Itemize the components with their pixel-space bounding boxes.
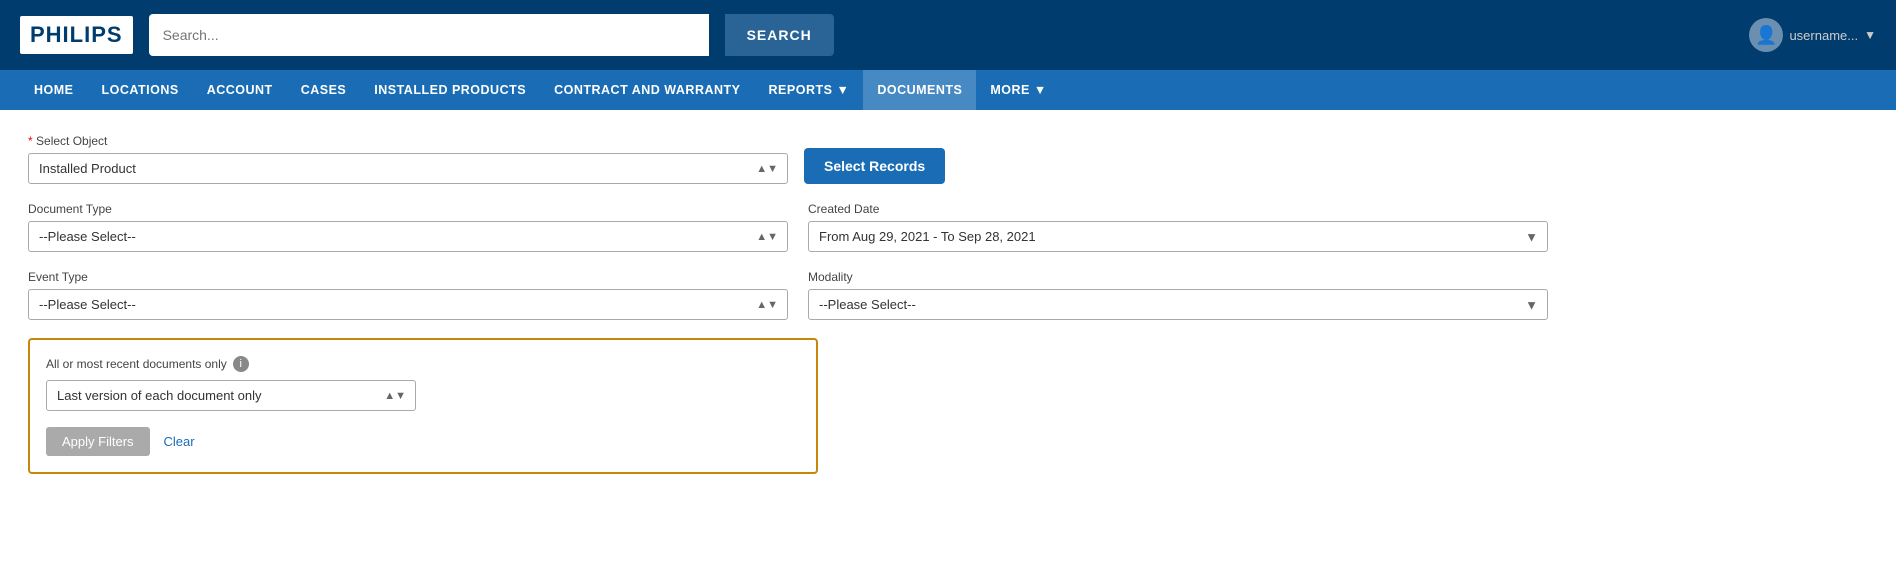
avatar: 👤 (1749, 18, 1783, 52)
version-wrapper: Last version of each document only ▲▼ (46, 380, 416, 411)
nav-item-more[interactable]: MORE ▼ (976, 70, 1060, 110)
doc-type-date-row: Document Type --Please Select-- ▲▼ Creat… (28, 202, 1868, 252)
search-input[interactable] (149, 14, 709, 56)
nav-item-documents[interactable]: DOCUMENTS (863, 70, 976, 110)
object-row: Select Object Installed Product ▲▼ Selec… (28, 134, 1868, 184)
event-type-dropdown[interactable]: --Please Select-- (28, 289, 788, 320)
nav-item-contract-warranty[interactable]: CONTRACT AND WARRANTY (540, 70, 754, 110)
modality-group: Modality --Please Select-- ▼ (808, 270, 1548, 320)
nav-item-cases[interactable]: CASES (287, 70, 361, 110)
apply-filters-button[interactable]: Apply Filters (46, 427, 150, 456)
main-content: Select Object Installed Product ▲▼ Selec… (0, 110, 1896, 508)
select-object-group: Select Object Installed Product ▲▼ (28, 134, 788, 184)
modality-wrapper: --Please Select-- ▼ (808, 289, 1548, 320)
select-object-dropdown[interactable]: Installed Product (28, 153, 788, 184)
reports-dropdown-icon: ▼ (836, 83, 849, 97)
filter-box-label: All or most recent documents only i (46, 356, 800, 372)
select-object-wrapper: Installed Product ▲▼ (28, 153, 788, 184)
logo-text: PHILIPS (30, 22, 123, 47)
logo: PHILIPS (20, 16, 133, 54)
select-object-label: Select Object (28, 134, 788, 148)
header: PHILIPS SEARCH 👤 username... ▼ (0, 0, 1896, 70)
event-modality-row: Event Type --Please Select-- ▲▼ Modality… (28, 270, 1868, 320)
document-type-wrapper: --Please Select-- ▲▼ (28, 221, 788, 252)
event-type-label: Event Type (28, 270, 788, 284)
user-name: username... (1789, 28, 1858, 43)
version-dropdown[interactable]: Last version of each document only (46, 380, 416, 411)
search-button[interactable]: SEARCH (725, 14, 834, 56)
document-type-label: Document Type (28, 202, 788, 216)
navigation: HOME LOCATIONS ACCOUNT CASES INSTALLED P… (0, 70, 1896, 110)
nav-item-installed-products[interactable]: INSTALLED PRODUCTS (360, 70, 540, 110)
chevron-down-icon[interactable]: ▼ (1864, 28, 1876, 42)
created-date-label: Created Date (808, 202, 1548, 216)
nav-item-home[interactable]: HOME (20, 70, 88, 110)
document-type-dropdown[interactable]: --Please Select-- (28, 221, 788, 252)
more-dropdown-icon: ▼ (1034, 83, 1047, 97)
modality-label: Modality (808, 270, 1548, 284)
modality-dropdown[interactable]: --Please Select-- (808, 289, 1548, 320)
created-date-group: Created Date From Aug 29, 2021 - To Sep … (808, 202, 1548, 252)
select-records-button[interactable]: Select Records (804, 148, 945, 184)
event-type-group: Event Type --Please Select-- ▲▼ (28, 270, 788, 320)
created-date-wrapper: From Aug 29, 2021 - To Sep 28, 2021 ▼ (808, 221, 1548, 252)
clear-link[interactable]: Clear (160, 427, 199, 456)
button-row: Apply Filters Clear (46, 427, 800, 456)
event-type-wrapper: --Please Select-- ▲▼ (28, 289, 788, 320)
nav-item-locations[interactable]: LOCATIONS (88, 70, 193, 110)
created-date-dropdown[interactable]: From Aug 29, 2021 - To Sep 28, 2021 (808, 221, 1548, 252)
document-type-group: Document Type --Please Select-- ▲▼ (28, 202, 788, 252)
nav-item-reports[interactable]: REPORTS ▼ (755, 70, 864, 110)
info-icon[interactable]: i (233, 356, 249, 372)
user-area: 👤 username... ▼ (1749, 18, 1876, 52)
nav-item-account[interactable]: ACCOUNT (193, 70, 287, 110)
filter-box: All or most recent documents only i Last… (28, 338, 818, 474)
